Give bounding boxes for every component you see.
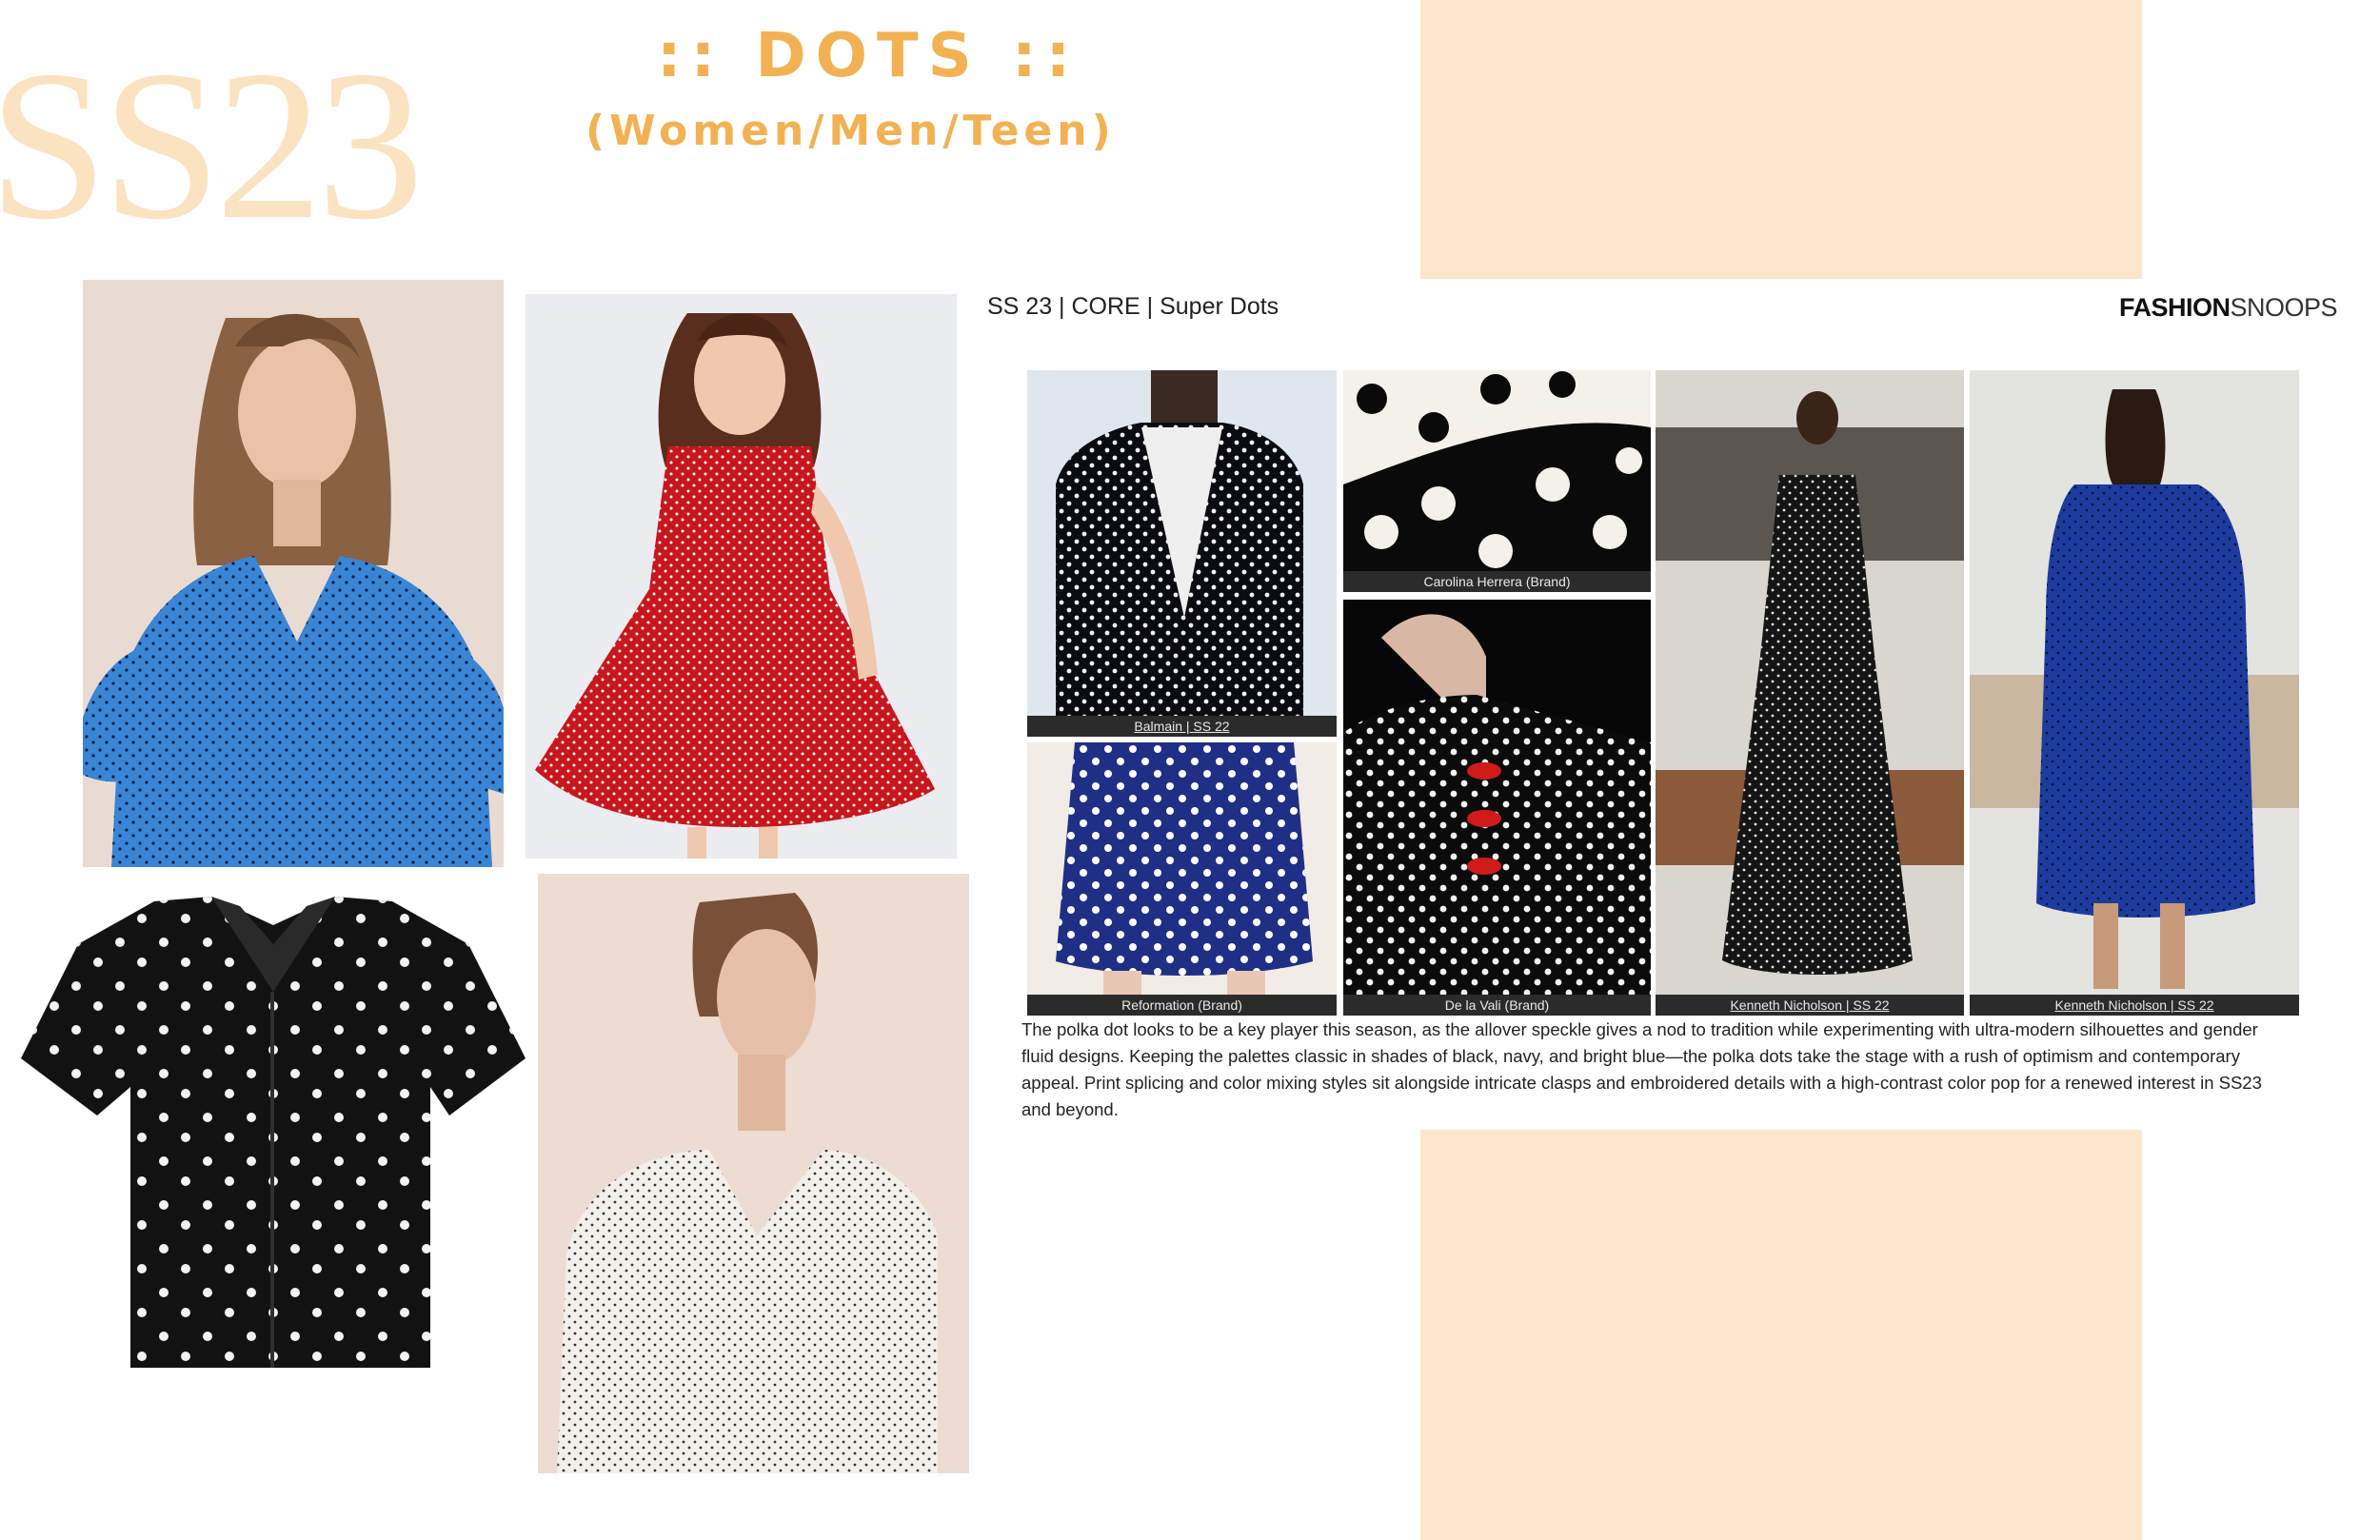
caption-nicholson-1: Kenneth Nicholson | SS 22 — [1656, 995, 1964, 1016]
nicholson-blue-dress-illustration — [1970, 370, 2299, 1016]
reformation-skirt-illustration — [1027, 742, 1337, 1016]
grid-image-nicholson-black: Kenneth Nicholson | SS 22 — [1656, 370, 1964, 1016]
black-shirt-illustration — [21, 897, 526, 1368]
peach-block-bottom — [1420, 1130, 2142, 1540]
photo-white-top — [538, 874, 969, 1473]
report-body-text: The polka dot looks to be a key player t… — [1021, 1019, 2262, 1119]
caption-herrera: Carolina Herrera (Brand) — [1343, 571, 1651, 592]
report-heading: SS 23 | CORE | Super Dots — [987, 293, 1279, 320]
caption-delavali: De la Vali (Brand) — [1343, 995, 1651, 1016]
grid-image-balmain: Balmain | SS 22 — [1027, 370, 1337, 737]
photo-black-shirt — [21, 887, 526, 1392]
photo-blue-dress — [83, 280, 504, 867]
caption-reformation: Reformation (Brand) — [1027, 995, 1337, 1016]
herrera-fabric-illustration — [1343, 370, 1651, 592]
grid-image-nicholson-blue: Kenneth Nicholson | SS 22 — [1970, 370, 2299, 1016]
balmain-jacket-illustration — [1027, 370, 1337, 737]
white-top-illustration — [538, 874, 969, 1473]
grid-image-reformation: Reformation (Brand) — [1027, 742, 1337, 1016]
red-dress-illustration — [526, 294, 957, 859]
nicholson-black-dress-illustration — [1656, 370, 1964, 1016]
page-subtitle: (Women/Men/Teen) — [585, 107, 1116, 155]
page-title: :: DOTS :: — [657, 21, 1081, 91]
peach-block-top — [1420, 0, 2142, 279]
caption-nicholson-2: Kenneth Nicholson | SS 22 — [1970, 995, 2299, 1016]
caption-balmain: Balmain | SS 22 — [1027, 716, 1337, 737]
delavali-top-illustration — [1343, 600, 1651, 1016]
grid-image-delavali: De la Vali (Brand) — [1343, 600, 1651, 1016]
grid-image-herrera: Carolina Herrera (Brand) — [1343, 370, 1651, 592]
blue-dress-illustration — [83, 280, 504, 867]
fashionsnoops-logo: FASHIONSNOOPS — [2119, 293, 2338, 322]
season-label: SS23 — [0, 26, 424, 264]
photo-red-dress — [526, 294, 957, 859]
